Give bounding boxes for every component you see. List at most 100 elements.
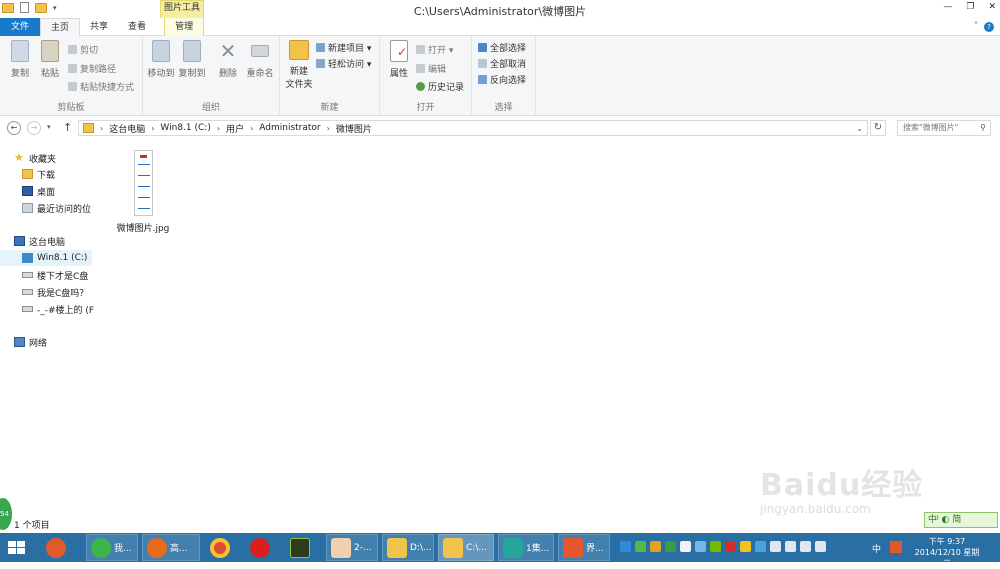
nav-drive-d[interactable]: 楼下才是C盘 — [22, 267, 88, 283]
refresh-button[interactable]: ↻ — [870, 120, 886, 136]
taskbar-app-9[interactable]: C:\... — [438, 534, 494, 561]
breadcrumb-this-pc[interactable]: 这台电脑 — [109, 122, 145, 135]
start-button[interactable] — [8, 541, 26, 555]
tray-icon[interactable] — [620, 541, 631, 552]
tray-icon[interactable] — [695, 541, 706, 552]
copy-button[interactable]: 复制 — [6, 40, 34, 79]
nav-drive-e[interactable]: 我是C盘吗？ — [22, 284, 88, 300]
ime-indicator[interactable]: 中 — [872, 542, 881, 555]
taskbar-app-4[interactable] — [206, 534, 242, 561]
taskbar-app-6[interactable] — [286, 534, 322, 561]
invert-selection-button[interactable]: 反向选择 — [478, 73, 526, 86]
taskbar-app-1[interactable] — [42, 534, 78, 561]
forward-button[interactable]: → — [27, 121, 41, 135]
taskbar-app-11[interactable]: 界... — [558, 534, 610, 561]
speaker-icon[interactable] — [770, 541, 781, 552]
tray-icon[interactable] — [725, 541, 736, 552]
shield-icon[interactable] — [665, 541, 676, 552]
history-button[interactable]: 历史记录 — [416, 80, 464, 93]
tab-manage[interactable]: 管理 — [164, 18, 205, 36]
back-button[interactable]: ← — [7, 121, 21, 135]
properties-button[interactable]: ✓ 属性 — [385, 40, 413, 79]
tray-icon[interactable] — [740, 541, 751, 552]
network-signal-icon[interactable] — [785, 541, 796, 552]
taskbar-app-8[interactable]: D:\... — [382, 534, 434, 561]
minimize-button[interactable]: — — [943, 2, 952, 12]
nav-drive-c[interactable]: Win8.1 (C:) — [0, 250, 92, 266]
tray-icon[interactable] — [755, 541, 766, 552]
tab-home[interactable]: 主页 — [40, 18, 81, 36]
breadcrumb-weibo-pictures[interactable]: 微博图片 — [336, 122, 372, 135]
nav-desktop[interactable]: 桌面 — [22, 183, 55, 199]
ime-toolbar[interactable]: 中ᴶ ◐ 简 — [924, 512, 998, 528]
breadcrumb-drive-c[interactable]: Win8.1 (C:) — [160, 123, 210, 133]
new-item-icon — [316, 43, 325, 52]
address-box[interactable]: › 这台电脑 › Win8.1 (C:) › 用户 › Administrato… — [78, 120, 868, 136]
taskbar-app-7[interactable]: 2-... — [326, 534, 378, 561]
input-method-icon[interactable] — [890, 541, 902, 553]
select-none-button[interactable]: 全部取消 — [478, 57, 526, 70]
tray-icon[interactable] — [635, 541, 646, 552]
recent-places-icon — [22, 203, 33, 213]
select-all-label: 全部选择 — [490, 44, 527, 54]
delete-button[interactable]: ✕ 删除 — [214, 40, 242, 79]
chevron-right-icon[interactable]: › — [100, 124, 103, 133]
chevron-right-icon[interactable]: › — [151, 124, 154, 133]
paste-shortcut-button[interactable]: 粘贴快捷方式 — [68, 80, 134, 93]
copy-path-button[interactable]: 复制路径 — [68, 62, 116, 75]
volume-icon[interactable] — [815, 541, 826, 552]
nav-recent[interactable]: 最近访问的位 — [22, 200, 91, 216]
breadcrumb-users[interactable]: 用户 — [226, 122, 244, 135]
group-new: 新建 文件夹 新建项目 ▾ 轻松访问 ▾ 新建 — [280, 36, 380, 116]
tray-icon[interactable] — [650, 541, 661, 552]
navigation-pane: ★ 收藏夹 下载 桌面 最近访问的位 这台电脑 Win8.1 (C:) 楼下才是… — [0, 140, 94, 515]
group-open: ✓ 属性 打开 ▾ 编辑 历史记录 打开 — [380, 36, 472, 116]
cut-button[interactable]: 剪切 — [68, 43, 98, 56]
taskbar-app-5[interactable] — [246, 534, 282, 561]
tab-file[interactable]: 文件 — [0, 18, 41, 36]
nvidia-icon[interactable] — [710, 541, 721, 552]
nav-favorites[interactable]: ★ 收藏夹 — [14, 150, 56, 166]
paste-shortcut-icon — [68, 82, 77, 91]
nav-network[interactable]: 网络 — [14, 334, 47, 350]
address-folder-icon — [83, 123, 94, 133]
copy-to-button[interactable]: 复制到 — [177, 40, 207, 79]
chevron-right-icon[interactable]: › — [217, 124, 220, 133]
tab-view[interactable]: 查看 — [118, 18, 156, 36]
maximize-button[interactable]: ❐ — [966, 2, 974, 12]
ribbon-collapse-icon[interactable]: ˄ — [974, 21, 978, 30]
address-dropdown-icon[interactable]: ⌄ — [856, 124, 863, 133]
paste-button[interactable]: 粘贴 — [36, 40, 64, 79]
search-icon[interactable]: ⚲ — [980, 121, 986, 135]
taskbar-app-10[interactable]: 1集... — [498, 534, 554, 561]
nav-downloads[interactable]: 下载 — [22, 166, 55, 182]
taskbar-app-2[interactable]: 我... — [86, 534, 138, 561]
clock[interactable]: 下午 9:37 2014/12/10 星期三 — [912, 536, 982, 569]
breadcrumb-administrator[interactable]: Administrator — [259, 123, 320, 133]
chevron-right-icon[interactable]: › — [250, 124, 253, 133]
taskbar-app-3[interactable]: 高... — [142, 534, 200, 561]
tray-icon[interactable] — [680, 541, 691, 552]
new-folder-button[interactable]: 新建 文件夹 — [284, 40, 314, 90]
move-to-button[interactable]: 移动到 — [146, 40, 176, 79]
easy-access-button[interactable]: 轻松访问 ▾ — [316, 57, 371, 70]
tab-share[interactable]: 共享 — [80, 18, 118, 36]
flag-icon[interactable] — [800, 541, 811, 552]
select-all-button[interactable]: 全部选择 — [478, 41, 526, 54]
nav-drive-f[interactable]: -_-#楼上的 (F — [22, 301, 94, 317]
help-icon[interactable]: ? — [984, 22, 994, 32]
history-dropdown-icon[interactable]: ▾ — [47, 123, 51, 131]
rename-button[interactable]: 重命名 — [244, 40, 276, 79]
search-input[interactable]: 搜索"微博图片" ⚲ — [897, 120, 991, 136]
up-button[interactable]: ↑ — [63, 121, 72, 134]
ribbon: 复制 粘贴 剪切 复制路径 粘贴快捷方式 剪贴板 移动到 复制到 ✕ 删除 重命… — [0, 36, 1000, 116]
file-item[interactable]: 微博图片.jpg — [113, 150, 173, 234]
close-button[interactable]: ✕ — [988, 2, 996, 12]
app-logo-icon — [46, 537, 66, 558]
nav-this-pc[interactable]: 这台电脑 — [14, 233, 65, 249]
chevron-right-icon[interactable]: › — [327, 124, 330, 133]
open-button[interactable]: 打开 ▾ — [416, 43, 453, 56]
new-item-button[interactable]: 新建项目 ▾ — [316, 41, 371, 54]
drive-icon — [22, 306, 33, 312]
edit-button[interactable]: 编辑 — [416, 62, 446, 75]
